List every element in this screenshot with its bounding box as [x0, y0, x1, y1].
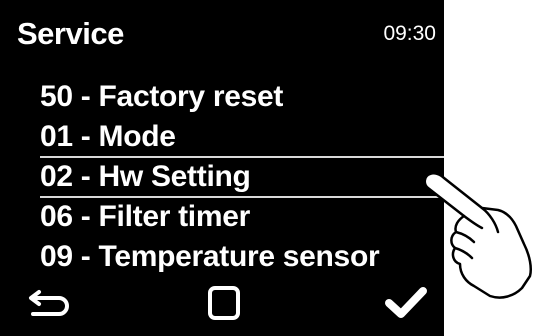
pointing-hand-icon — [420, 170, 534, 305]
menu-item-label: 50 - Factory reset — [40, 80, 284, 113]
menu-item-label: 06 - Filter timer — [40, 200, 250, 233]
device-screen: Service 09:30 50 - Factory reset 01 - Mo… — [0, 0, 444, 336]
back-button[interactable] — [22, 280, 78, 330]
home-button[interactable] — [196, 280, 252, 330]
page-title: Service — [17, 16, 124, 51]
device-stage: Service 09:30 50 - Factory reset 01 - Mo… — [0, 0, 534, 336]
softkey-bar — [0, 280, 444, 330]
menu-item-label: 02 - Hw Setting — [40, 160, 251, 193]
service-menu: 50 - Factory reset 01 - Mode 02 - Hw Set… — [0, 77, 444, 277]
menu-item-filter-timer[interactable]: 06 - Filter timer — [0, 197, 444, 237]
menu-item-factory-reset[interactable]: 50 - Factory reset — [0, 77, 444, 117]
square-icon — [204, 283, 244, 328]
selection-line-top — [40, 156, 444, 158]
clock-time: 09:30 — [383, 22, 436, 45]
menu-item-hw-setting[interactable]: 02 - Hw Setting — [0, 157, 444, 197]
menu-item-temperature-sensor[interactable]: 09 - Temperature sensor — [0, 237, 444, 277]
back-arrow-icon — [25, 283, 75, 328]
menu-item-label: 09 - Temperature sensor — [40, 240, 380, 273]
menu-item-label: 01 - Mode — [40, 120, 176, 153]
selection-line-bottom — [40, 196, 444, 198]
menu-item-mode[interactable]: 01 - Mode — [0, 117, 444, 157]
